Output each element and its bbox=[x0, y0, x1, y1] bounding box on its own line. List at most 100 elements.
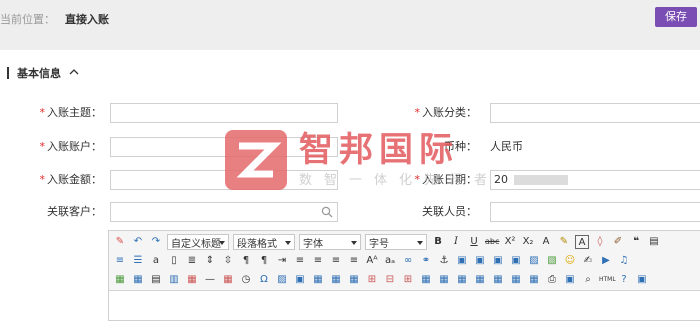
image-right-icon[interactable]: ▣ bbox=[491, 254, 505, 268]
font-family-select[interactable]: 字体 bbox=[299, 234, 361, 250]
rich-text-editor[interactable]: ✎ ↶ ↷ 自定义标题 段落格式 字体 字号 B I U abc X² X₂ A… bbox=[108, 230, 700, 321]
calendar-icon[interactable]: ▦ bbox=[221, 273, 235, 287]
merge-right-icon[interactable]: ▦ bbox=[455, 273, 469, 287]
split-cells-icon[interactable]: ▦ bbox=[491, 273, 505, 287]
unordered-list-icon[interactable]: ☰ bbox=[131, 254, 145, 268]
format-painter-icon[interactable]: ✎ bbox=[113, 235, 127, 249]
split-cols-icon[interactable]: ▦ bbox=[527, 273, 541, 287]
quote-icon[interactable]: ❝ bbox=[629, 235, 643, 249]
section-bar bbox=[7, 67, 9, 79]
document-icon[interactable]: ▯ bbox=[167, 254, 181, 268]
unlink-icon[interactable]: ⚭ bbox=[419, 254, 433, 268]
word-image-icon[interactable]: ▣ bbox=[293, 273, 307, 287]
scrawl-icon[interactable]: ✍ bbox=[581, 254, 595, 268]
delete-row-icon[interactable]: ⊟ bbox=[383, 273, 397, 287]
redo-icon[interactable]: ↷ bbox=[149, 235, 163, 249]
insert-paragraph-before-table-icon[interactable]: ▦ bbox=[347, 273, 361, 287]
to-lowercase-icon[interactable]: aₐ bbox=[383, 254, 397, 268]
required-star: * bbox=[414, 106, 421, 119]
link-icon[interactable]: ∞ bbox=[401, 254, 415, 268]
eraser-icon[interactable]: ◊ bbox=[593, 235, 607, 249]
emotion-icon[interactable]: ☺ bbox=[563, 254, 577, 268]
required-star: * bbox=[39, 173, 46, 186]
subscript-icon[interactable]: X₂ bbox=[521, 235, 535, 249]
insert-col-icon[interactable]: ⊞ bbox=[401, 273, 415, 287]
account-select[interactable] bbox=[110, 137, 338, 157]
special-char-icon[interactable]: Ω bbox=[257, 273, 271, 287]
undo-icon[interactable]: ↶ bbox=[131, 235, 145, 249]
category-label: * 入账分类： bbox=[414, 106, 478, 119]
insert-video-icon[interactable]: ▶ bbox=[599, 254, 613, 268]
page-break-icon[interactable]: — bbox=[203, 273, 217, 287]
fullscreen-icon[interactable]: ▣ bbox=[635, 273, 649, 287]
indent-icon[interactable]: ⇥ bbox=[275, 254, 289, 268]
chevron-up-icon[interactable] bbox=[69, 68, 79, 79]
line-height-icon[interactable]: ≣ bbox=[185, 254, 199, 268]
clear-format-icon[interactable]: ✐ bbox=[611, 235, 625, 249]
map-icon[interactable]: ▦ bbox=[131, 273, 145, 287]
person-input[interactable] bbox=[490, 202, 700, 222]
font-color-icon[interactable]: A bbox=[539, 235, 553, 249]
image-none-icon[interactable]: ▣ bbox=[473, 254, 487, 268]
align-left-icon[interactable]: ≡ bbox=[293, 254, 307, 268]
image-center-icon[interactable]: ▣ bbox=[509, 254, 523, 268]
ordered-list-icon[interactable]: ≡ bbox=[113, 254, 127, 268]
required-star: * bbox=[39, 106, 46, 119]
preview-icon[interactable]: ▣ bbox=[563, 273, 577, 287]
strikethrough-icon[interactable]: abc bbox=[485, 235, 499, 249]
subject-label: * 入账主题： bbox=[39, 106, 103, 119]
date-input[interactable]: 20 bbox=[490, 170, 700, 190]
merge-down-icon[interactable]: ▦ bbox=[473, 273, 487, 287]
highlight-icon[interactable]: ✎ bbox=[557, 235, 571, 249]
insert-code-icon[interactable]: ▥ bbox=[167, 273, 181, 287]
simple-upload-icon[interactable]: ▨ bbox=[527, 254, 541, 268]
amount-input[interactable] bbox=[110, 170, 338, 190]
bold-icon[interactable]: B bbox=[431, 235, 445, 249]
paragraph-format-select[interactable]: 段落格式 bbox=[233, 234, 295, 250]
web-app-icon[interactable]: ▦ bbox=[185, 273, 199, 287]
border-text-icon[interactable]: A bbox=[575, 235, 589, 249]
underline-icon[interactable]: U bbox=[467, 235, 481, 249]
align-justify-icon[interactable]: ≡ bbox=[347, 254, 361, 268]
customer-input[interactable] bbox=[110, 202, 338, 222]
font-size-select[interactable]: 字号 bbox=[365, 234, 427, 250]
superscript-icon[interactable]: X² bbox=[503, 235, 517, 249]
help-icon[interactable]: ? bbox=[617, 273, 631, 287]
image-left-icon[interactable]: ▣ bbox=[455, 254, 469, 268]
paragraph-spacing-icon[interactable]: ⇳ bbox=[221, 254, 235, 268]
snapscreen-icon[interactable]: ▨ bbox=[275, 273, 289, 287]
rtl-icon[interactable]: ¶ bbox=[257, 254, 271, 268]
insert-row-icon[interactable]: ⊞ bbox=[365, 273, 379, 287]
paste-icon[interactable]: ▤ bbox=[647, 235, 661, 249]
font-case-icon[interactable]: a bbox=[149, 254, 163, 268]
align-right-icon[interactable]: ≡ bbox=[329, 254, 343, 268]
split-rows-icon[interactable]: ▦ bbox=[509, 273, 523, 287]
merge-cells-icon[interactable]: ▦ bbox=[437, 273, 451, 287]
print-icon[interactable]: ⎙ bbox=[545, 273, 559, 287]
category-select[interactable] bbox=[490, 103, 700, 123]
top-bar: 当前位置： 直接入账 保存 bbox=[0, 0, 700, 50]
subject-input[interactable] bbox=[110, 103, 338, 123]
attachment-icon[interactable]: ▦ bbox=[113, 273, 127, 287]
search-replace-icon[interactable]: ⌕ bbox=[581, 273, 595, 287]
person-label: 关联人员： bbox=[422, 205, 477, 218]
insert-image-icon[interactable]: ▧ bbox=[545, 254, 559, 268]
row-spacing-icon[interactable]: ⇕ bbox=[203, 254, 217, 268]
breadcrumb: 当前位置： 直接入账 bbox=[0, 11, 109, 27]
frame-icon[interactable]: ▤ bbox=[149, 273, 163, 287]
search-icon[interactable] bbox=[321, 206, 333, 224]
delete-col-icon[interactable]: ▦ bbox=[419, 273, 433, 287]
italic-icon[interactable]: I bbox=[449, 235, 463, 249]
music-icon[interactable]: ♫ bbox=[617, 254, 631, 268]
anchor-icon[interactable]: ⚓ bbox=[437, 254, 451, 268]
section-header[interactable]: 基本信息 bbox=[7, 66, 79, 80]
align-center-icon[interactable]: ≡ bbox=[311, 254, 325, 268]
delete-table-icon[interactable]: ▦ bbox=[329, 273, 343, 287]
ltr-icon[interactable]: ¶ bbox=[239, 254, 253, 268]
insert-table-icon[interactable]: ▦ bbox=[311, 273, 325, 287]
source-html-icon[interactable]: HTML bbox=[599, 273, 616, 287]
save-button[interactable]: 保存 bbox=[655, 7, 697, 27]
to-uppercase-icon[interactable]: Aᴬ bbox=[365, 254, 379, 268]
custom-title-select[interactable]: 自定义标题 bbox=[167, 234, 229, 250]
clock-icon[interactable]: ◷ bbox=[239, 273, 253, 287]
